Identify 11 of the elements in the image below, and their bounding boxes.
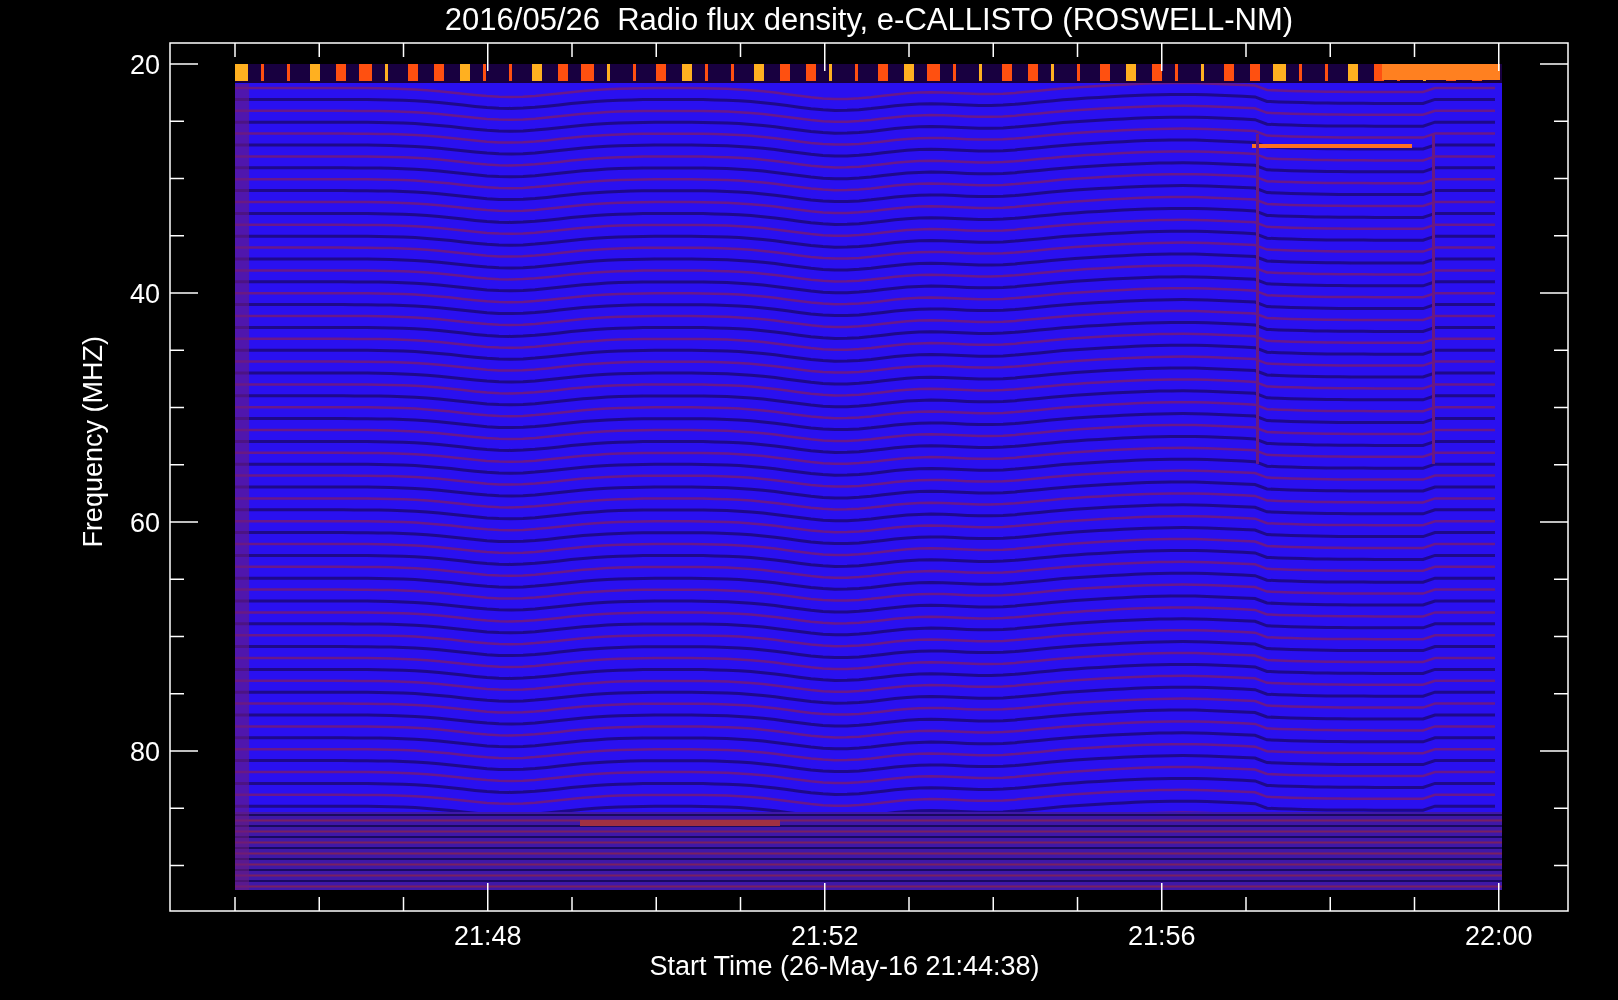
chart-title: 2016/05/26 Radio flux density, e-CALLISTO (ROSWELL-NM): [444, 2, 1294, 37]
y-tick-label: 60: [129, 508, 160, 538]
x-tick-label: 21:52: [790, 921, 859, 951]
x-tick-label: 22:00: [1464, 921, 1533, 951]
y-tick-label: 80: [129, 737, 160, 767]
y-tick-label: 20: [129, 50, 160, 80]
x-tick-label: 21:48: [453, 921, 522, 951]
y-axis-label: Frequency (MHZ): [78, 336, 108, 548]
y-tick-label: 40: [129, 279, 160, 309]
x-tick-label: 21:56: [1127, 921, 1196, 951]
x-axis-label: Start Time (26-May-16 21:44:38): [649, 951, 1040, 981]
